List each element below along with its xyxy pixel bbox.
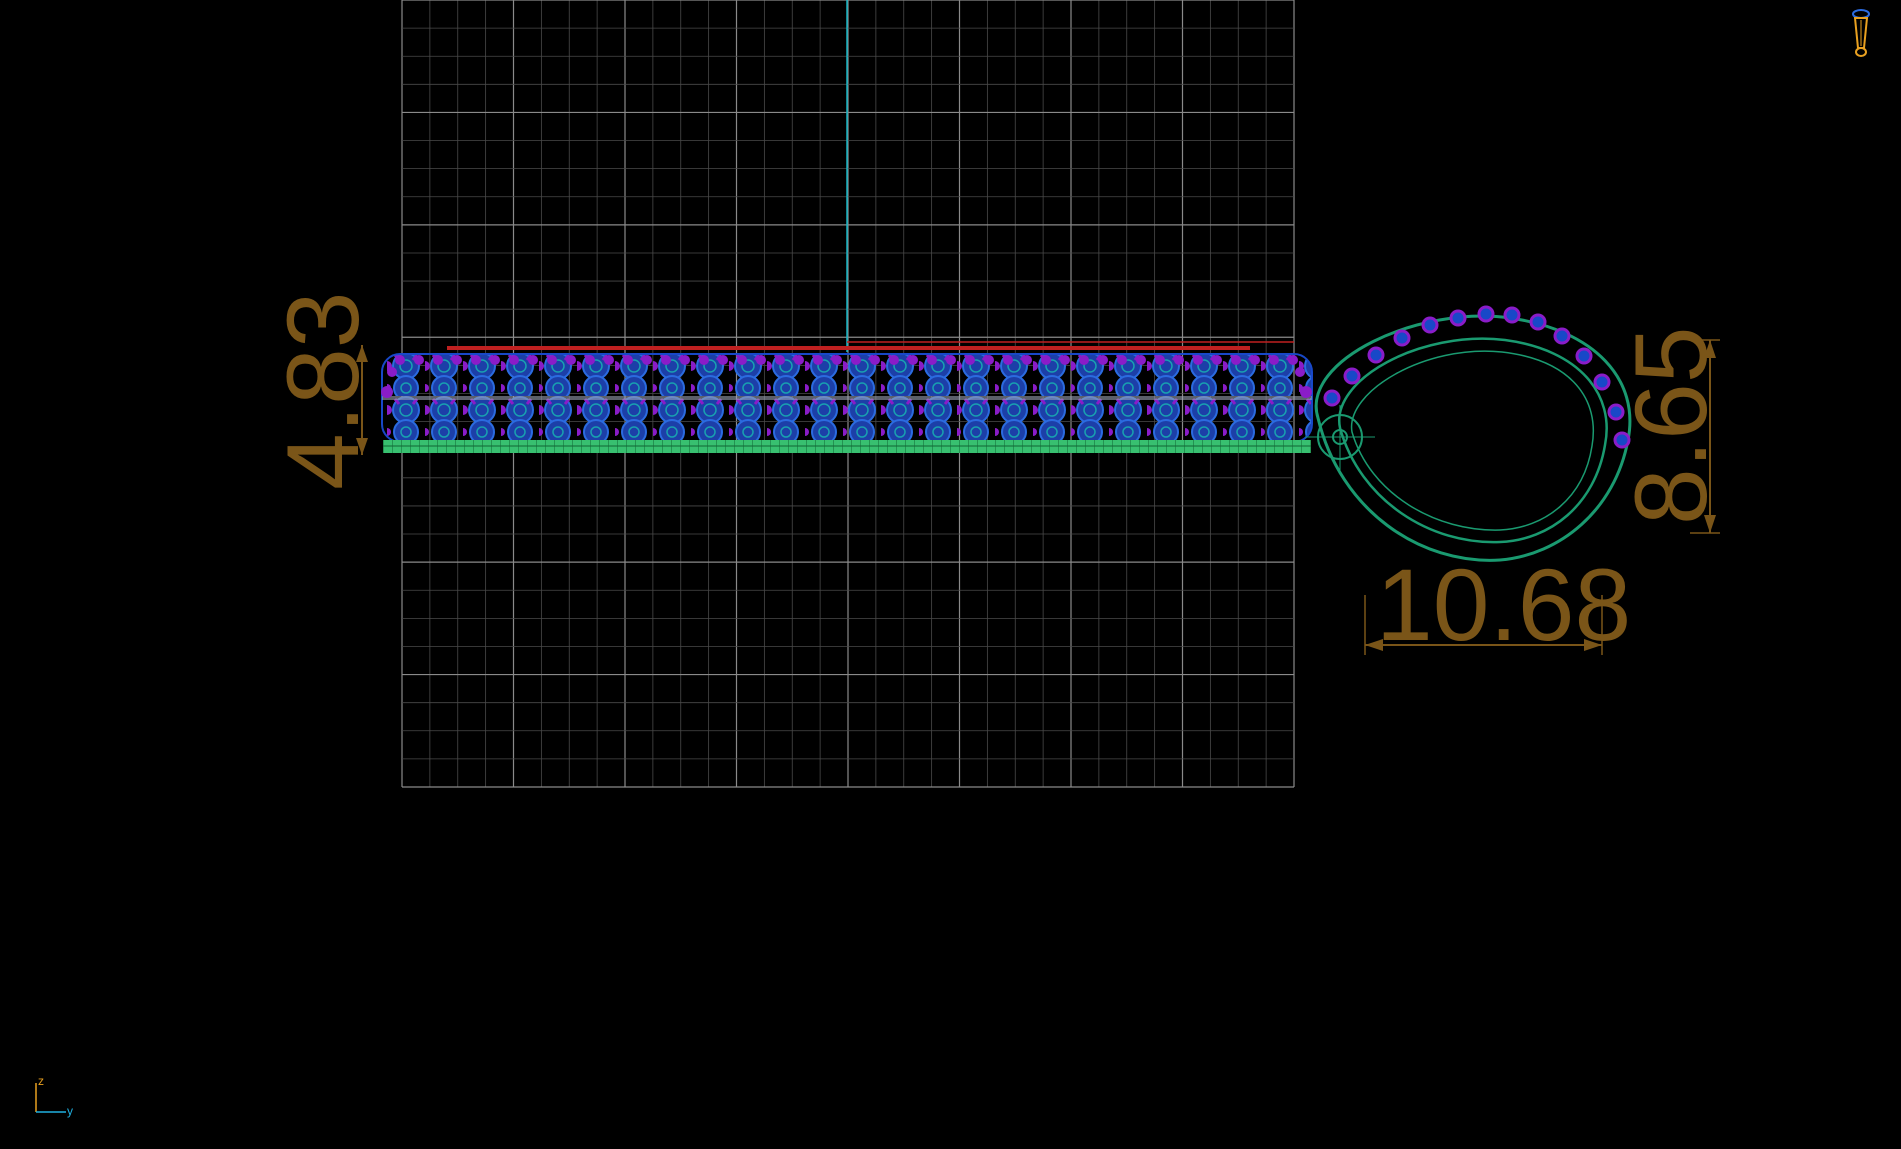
stone-prong <box>1079 355 1089 365</box>
stone-prong <box>851 355 861 365</box>
stone-prong <box>433 355 443 365</box>
stone-prong <box>680 355 690 365</box>
stone-prong <box>737 355 747 365</box>
stone-prong <box>1155 355 1165 365</box>
stone-prong <box>1288 355 1298 365</box>
profile-stone <box>1593 373 1611 391</box>
stone-prong <box>1060 355 1070 365</box>
profile-stone <box>1503 306 1521 324</box>
stone-prong <box>1250 355 1260 365</box>
stone-prong <box>604 355 614 365</box>
stone-prong <box>1174 355 1184 365</box>
profile-stones <box>1323 305 1631 449</box>
stone-prong <box>832 355 842 365</box>
stone-prong <box>452 355 462 365</box>
dimension-height-value: 4.83 <box>266 291 380 490</box>
stone-prong <box>661 355 671 365</box>
axis-indicator: z y <box>35 1074 73 1118</box>
dimension-width[interactable]: 10.68 <box>1364 548 1631 662</box>
profile-stone <box>1449 309 1467 327</box>
profile-stone <box>1477 305 1495 323</box>
stone-prong <box>889 355 899 365</box>
stone-prong <box>813 355 823 365</box>
profile-stone <box>1343 367 1361 385</box>
profile-stone <box>1393 329 1411 347</box>
stone-prong <box>965 355 975 365</box>
ring-band-front[interactable] <box>381 353 1313 453</box>
stone-prong <box>1136 355 1146 365</box>
stone-prong <box>756 355 766 365</box>
stone-prong <box>1117 355 1127 365</box>
stone-prong <box>1269 355 1279 365</box>
stone-prong <box>528 355 538 365</box>
stone-prong <box>794 355 804 365</box>
cad-viewport[interactable]: 4.83 10.68 8.65 z y <box>0 0 1901 1149</box>
stone-prong <box>1231 355 1241 365</box>
stone-prong <box>1003 355 1013 365</box>
stone-prong <box>1098 355 1108 365</box>
dimension-height[interactable]: 4.83 <box>266 291 380 490</box>
stone-prong <box>395 355 405 365</box>
dimension-width-value: 10.68 <box>1376 548 1631 662</box>
profile-stone <box>1421 316 1439 334</box>
stone-prong <box>490 355 500 365</box>
profile-stone <box>1529 313 1547 331</box>
profile-stone <box>1553 327 1571 345</box>
stone-prong <box>1041 355 1051 365</box>
axis-z-label: z <box>38 1074 44 1088</box>
dimension-depth-value: 8.65 <box>1614 326 1728 525</box>
stone-prong <box>699 355 709 365</box>
axis-y-label: y <box>67 1104 73 1118</box>
stone-prong <box>642 355 652 365</box>
ring-base-shank <box>383 440 1311 453</box>
stone-prong <box>1193 355 1203 365</box>
stone-prong <box>509 355 519 365</box>
stone-prong <box>471 355 481 365</box>
dimension-depth[interactable]: 8.65 <box>1614 326 1728 534</box>
stone-prong <box>946 355 956 365</box>
profile-stone <box>1575 347 1593 365</box>
ring-profile-side[interactable] <box>1305 305 1632 562</box>
stone-prong <box>547 355 557 365</box>
stone-prong <box>623 355 633 365</box>
stone-prong <box>566 355 576 365</box>
stone-prong <box>1022 355 1032 365</box>
stone-prong <box>870 355 880 365</box>
stone-prong <box>927 355 937 365</box>
top-outline <box>447 341 1294 350</box>
ring-view-cube-icon[interactable] <box>1849 8 1873 60</box>
stone-prong <box>718 355 728 365</box>
stone-prong <box>984 355 994 365</box>
stone-prong <box>908 355 918 365</box>
profile-stone <box>1323 389 1341 407</box>
stone-prong <box>414 355 424 365</box>
stone-prong <box>775 355 785 365</box>
profile-stone <box>1367 346 1385 364</box>
stone-prong <box>585 355 595 365</box>
stone-prong <box>1212 355 1222 365</box>
